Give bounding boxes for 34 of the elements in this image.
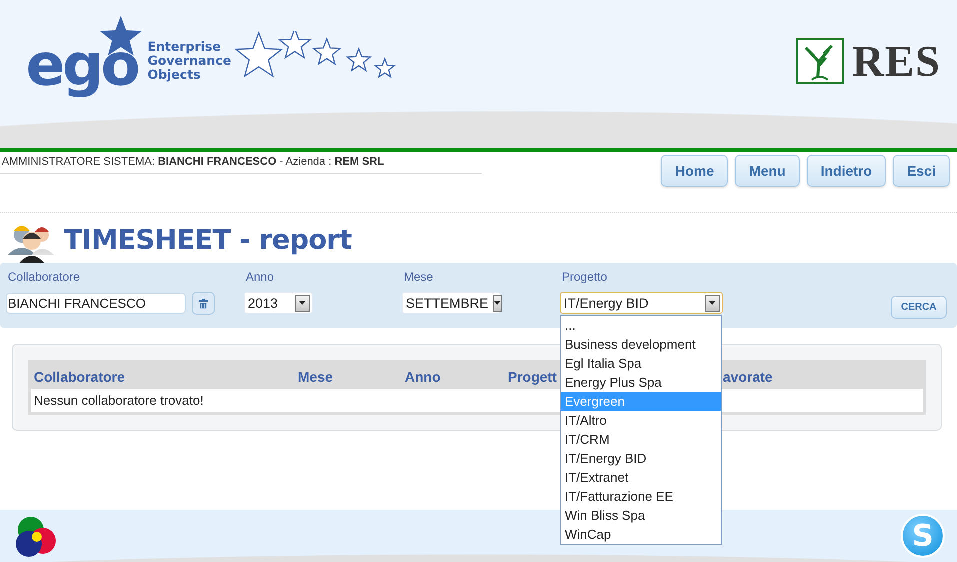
dropdown-option[interactable]: IT/Extranet	[561, 468, 721, 487]
field-label: Anno	[245, 270, 276, 284]
year-select[interactable]: 2013	[244, 292, 313, 314]
collaboratore-input-field[interactable]: BIANCHI FRANCESCO	[6, 293, 186, 314]
month-select[interactable]: SETTEMBRE	[402, 292, 501, 314]
dropdown-option[interactable]: Business development	[561, 335, 721, 354]
dropdown-option[interactable]: IT/Energy BID	[561, 449, 721, 468]
nav-button[interactable]: Indietro	[806, 155, 886, 187]
dropdown-option[interactable]: IT/Fatturazione EE	[561, 487, 721, 506]
nav-button[interactable]: Home	[661, 155, 728, 187]
field-label: Progetto	[561, 270, 608, 284]
dropdown-option[interactable]: IT/CRM	[561, 430, 721, 449]
field-label: Collaboratore	[7, 270, 82, 284]
dropdown-option[interactable]: Energy Plus Spa	[561, 373, 721, 392]
column-header: avorate	[723, 369, 773, 385]
dropdown-option[interactable]: Win Bliss Spa	[561, 506, 721, 525]
nav-button[interactable]: Esci	[893, 155, 950, 187]
empty-message: Nessun collaboratore trovato!	[33, 392, 205, 410]
nav-button[interactable]: Menu	[735, 155, 800, 187]
column-header: Collaboratore	[34, 369, 126, 385]
dropdown-option[interactable]: Egl Italia Spa	[561, 354, 721, 373]
field-label: Mese	[403, 270, 434, 284]
column-header: Anno	[405, 369, 441, 385]
dropdown-option[interactable]: IT/Altro	[561, 411, 721, 430]
page-title: TIMESHEET - report	[64, 224, 352, 256]
dropdown-option[interactable]: WinCap	[561, 525, 721, 544]
dropdown-option[interactable]: ...	[561, 316, 721, 335]
column-header: Mese	[298, 369, 334, 385]
project-select[interactable]: IT/Energy BID	[560, 292, 723, 314]
brand-logo-text: RES	[852, 36, 941, 86]
logo-tagline: Enterprise Governance Objects	[148, 40, 232, 82]
user-info-text: AMMINISTRATORE SISTEMA: BIANCHI FRANCESCO - Azienda : REM SRL	[0, 152, 482, 174]
column-header: Progett	[508, 369, 557, 385]
search-button[interactable]: CERCA	[891, 296, 947, 319]
